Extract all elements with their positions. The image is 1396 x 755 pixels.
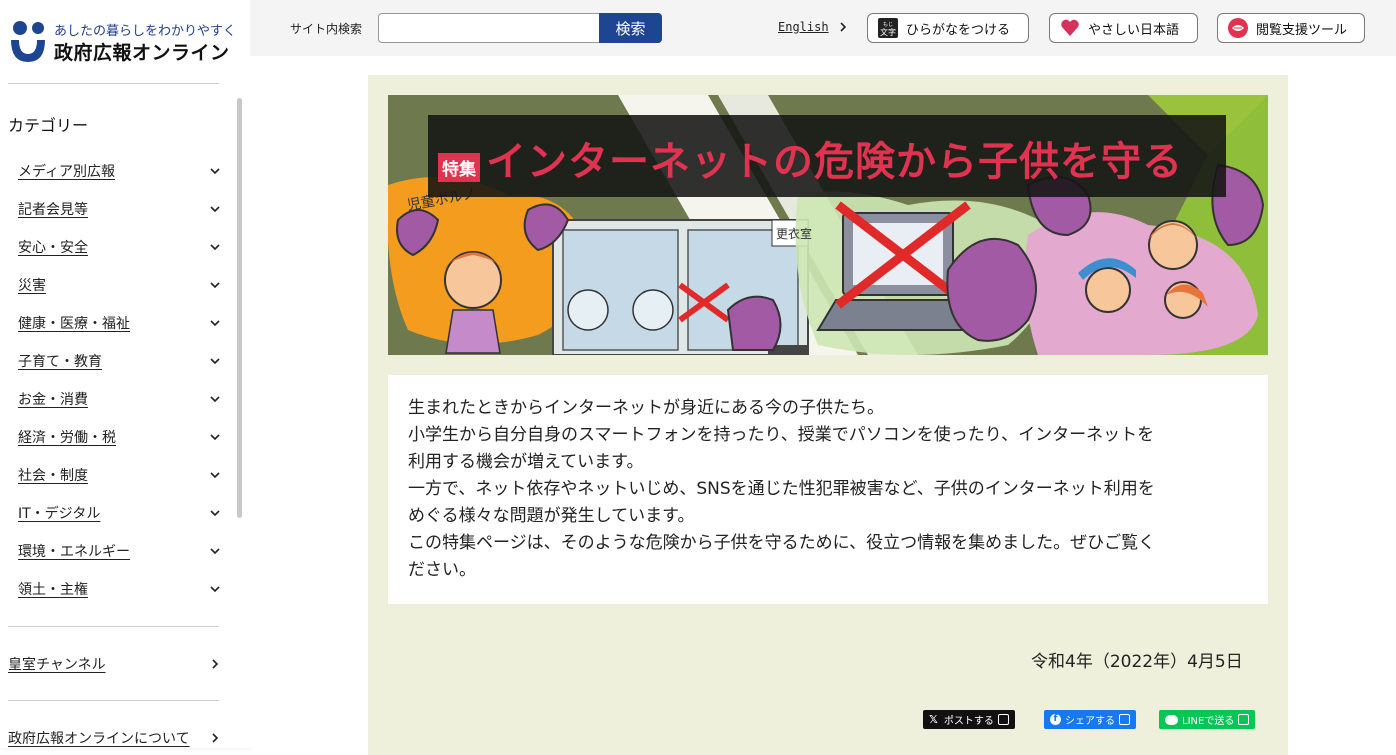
category-item-disaster[interactable]: 災害 bbox=[8, 266, 224, 304]
feature-banner: 児童ポルノ 更衣室 特集 インターネットの危険から子供を守る bbox=[388, 95, 1268, 355]
chevron-down-icon bbox=[210, 510, 220, 517]
external-link-icon bbox=[1238, 714, 1250, 725]
site-name: 政府広報オンライン bbox=[54, 42, 230, 64]
category-item-environment[interactable]: 環境・エネルギー bbox=[8, 532, 224, 570]
chevron-right-icon bbox=[840, 22, 846, 32]
category-item-health[interactable]: 健康・医療・福祉 bbox=[8, 304, 224, 342]
feature-badge: 特集 bbox=[438, 153, 480, 182]
intro-line: この特集ページは、そのような危険から子供を守るために、役立つ情報を集めました。ぜ… bbox=[408, 533, 1156, 553]
facebook-icon: f bbox=[1050, 714, 1061, 725]
category-item-economy[interactable]: 経済・労働・税 bbox=[8, 418, 224, 456]
lips-icon bbox=[1228, 18, 1248, 38]
chevron-down-icon bbox=[210, 244, 220, 251]
category-item-money[interactable]: お金・消費 bbox=[8, 380, 224, 418]
intro-line: 小学生から自分自身のスマートフォンを持ったり、授業でパソコンを使ったり、インター… bbox=[408, 425, 1155, 445]
english-link[interactable]: English bbox=[778, 20, 847, 34]
category-item-childcare[interactable]: 子育て・教育 bbox=[8, 342, 224, 380]
site-tagline: あしたの暮らしをわかりやすく bbox=[54, 24, 237, 39]
imperial-channel-link[interactable]: 皇室チャンネル bbox=[8, 654, 224, 674]
gov-logo-icon bbox=[11, 21, 45, 62]
chevron-right-icon bbox=[212, 733, 219, 743]
intro-text-box: 生まれたときからインターネットが身近にある今の子供たち。 小学生から自分自身のス… bbox=[388, 375, 1268, 604]
hiragana-moji-icon: もじ 文字 bbox=[878, 18, 898, 38]
publish-date: 令和4年（2022年）4月5日 bbox=[1031, 652, 1243, 672]
x-logo-icon: 𝕏 bbox=[929, 713, 938, 726]
svg-text:文字: 文字 bbox=[880, 27, 896, 37]
chevron-down-icon bbox=[210, 396, 220, 403]
line-send-button[interactable]: LINEで送る bbox=[1159, 710, 1256, 729]
chevron-down-icon bbox=[210, 434, 220, 441]
line-icon bbox=[1165, 714, 1178, 725]
about-link[interactable]: 政府広報オンラインについて bbox=[8, 728, 224, 748]
top-header: サイト内検索 検索 English もじ 文字 ひらがなをつける やさしい日本語 … bbox=[250, 0, 1396, 56]
category-heading: カテゴリー bbox=[8, 116, 89, 135]
chevron-down-icon bbox=[210, 548, 220, 555]
external-link-icon bbox=[1119, 714, 1130, 725]
chevron-down-icon bbox=[210, 320, 220, 327]
sidebar-scrollbar[interactable] bbox=[237, 98, 242, 518]
intro-line: 生まれたときからインターネットが身近にある今の子供たち。 bbox=[408, 398, 884, 418]
divider bbox=[8, 700, 219, 701]
intro-line: めぐる様々な問題が発生しています。 bbox=[408, 506, 695, 526]
x-post-button[interactable]: 𝕏 ポストする bbox=[923, 710, 1015, 729]
heart-icon bbox=[1060, 18, 1080, 38]
divider bbox=[8, 83, 219, 84]
search-input[interactable] bbox=[378, 13, 600, 43]
site-logo[interactable]: あしたの暮らしをわかりやすく 政府広報オンライン bbox=[8, 18, 238, 68]
chevron-down-icon bbox=[210, 358, 220, 365]
category-item-press[interactable]: 記者会見等 bbox=[8, 190, 224, 228]
chevron-down-icon bbox=[210, 206, 220, 213]
easy-japanese-button[interactable]: やさしい日本語 bbox=[1049, 13, 1198, 43]
hiragana-button[interactable]: もじ 文字 ひらがなをつける bbox=[867, 13, 1029, 43]
banner-sign-mid: 更衣室 bbox=[776, 226, 812, 241]
search-label: サイト内検索 bbox=[290, 22, 363, 36]
external-link-icon bbox=[997, 714, 1009, 725]
category-item-territory[interactable]: 領土・主権 bbox=[8, 570, 224, 608]
divider bbox=[8, 626, 219, 627]
category-item-safety[interactable]: 安心・安全 bbox=[8, 228, 224, 266]
category-item-it[interactable]: IT・デジタル bbox=[8, 494, 224, 532]
chevron-down-icon bbox=[210, 168, 220, 175]
sidebar: あしたの暮らしをわかりやすく 政府広報オンライン カテゴリー メディア別広報 記… bbox=[0, 0, 250, 748]
chevron-down-icon bbox=[210, 586, 220, 593]
browsing-support-button[interactable]: 閲覧支援ツール bbox=[1217, 13, 1365, 43]
facebook-share-button[interactable]: f シェアする bbox=[1044, 710, 1136, 729]
category-item-media[interactable]: メディア別広報 bbox=[8, 152, 224, 190]
intro-line: 利用する機会が増えています。 bbox=[408, 452, 644, 472]
chevron-right-icon bbox=[212, 659, 219, 669]
intro-line: 一方で、ネット依存やネットいじめ、SNSを通じた性犯罪被害など、子供のインターネ… bbox=[408, 479, 1155, 499]
intro-line: ださい。 bbox=[408, 560, 476, 580]
category-list: メディア別広報 記者会見等 安心・安全 災害 健康・医療・福祉 子育て・教育 お… bbox=[8, 152, 224, 608]
search-button[interactable]: 検索 bbox=[599, 13, 662, 43]
category-item-society[interactable]: 社会・制度 bbox=[8, 456, 224, 494]
banner-title: インターネットの危険から子供を守る bbox=[486, 139, 1183, 185]
chevron-down-icon bbox=[210, 282, 220, 289]
chevron-down-icon bbox=[210, 472, 220, 479]
